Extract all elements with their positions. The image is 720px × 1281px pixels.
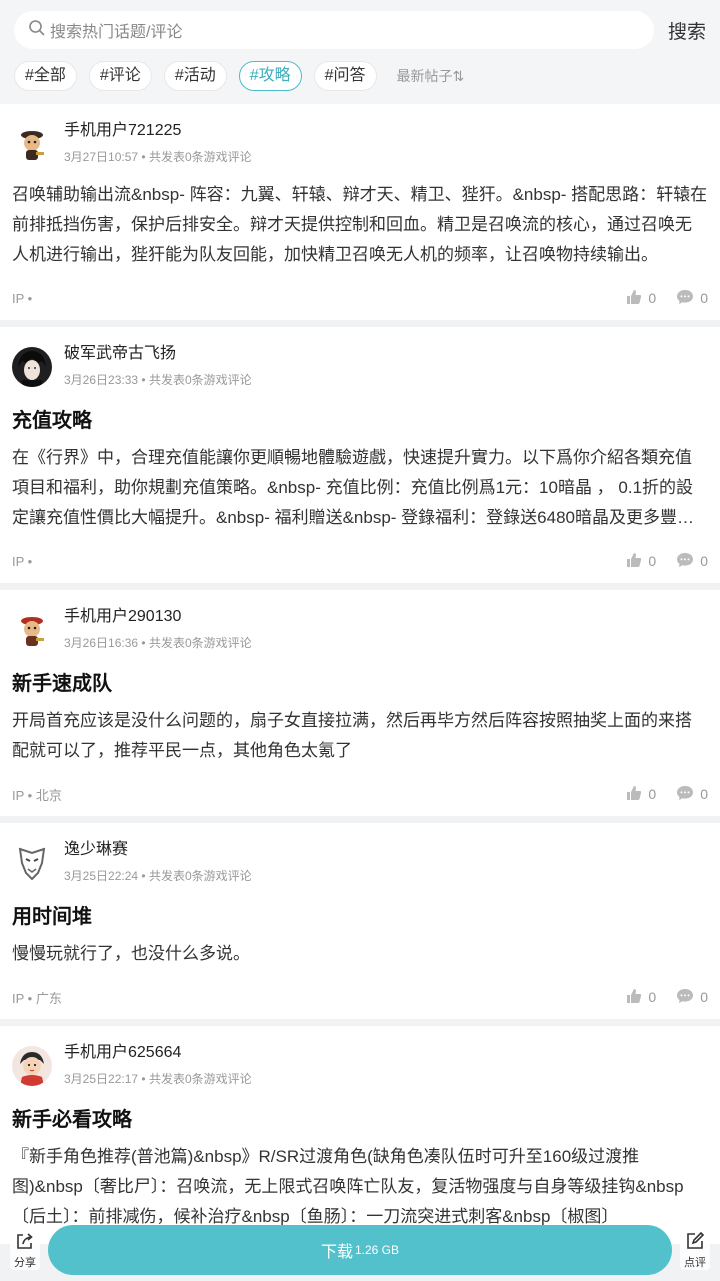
post-meta: 3月25日22:17 • 共发表0条游戏评论: [64, 1070, 252, 1087]
post-time: 3月26日16:36: [64, 636, 139, 650]
post-card[interactable]: 手机用户721225 3月27日10:57 • 共发表0条游戏评论 召唤辅助输出…: [0, 104, 720, 320]
author-name[interactable]: 逸少琳赛: [64, 839, 252, 861]
search-input[interactable]: 搜索热门话题/评论: [14, 11, 654, 49]
like-button[interactable]: 0: [626, 785, 656, 804]
post-content: 开局首充应该是没什么问题的，扇子女直接拉满，然后再毕方然后阵容按照抽奖上面的来搭…: [12, 711, 692, 760]
post-card[interactable]: 手机用户290130 3月26日16:36 • 共发表0条游戏评论 新手速成队 …: [0, 590, 720, 816]
search-button[interactable]: 搜索: [654, 17, 706, 44]
header: 搜索热门话题/评论 搜索 #全部 #评论 #活动 #攻略 #问答 最新帖子⇅: [0, 0, 720, 104]
share-button[interactable]: 分享: [10, 1230, 40, 1270]
post-card[interactable]: 手机用户625664 3月25日22:17 • 共发表0条游戏评论 新手必看攻略…: [0, 1026, 720, 1244]
comment-button[interactable]: 0: [676, 289, 708, 308]
post-content: 召唤辅助输出流&nbsp- 阵容：九翼、轩辕、辩才天、精卫、狴犴。&nbsp- …: [12, 185, 708, 264]
edit-icon: [685, 1231, 705, 1254]
comment-count: 0: [700, 553, 708, 569]
post-meta: 3月26日16:36 • 共发表0条游戏评论: [64, 634, 252, 651]
author-name[interactable]: 破军武帝古飞扬: [64, 343, 252, 365]
post-title[interactable]: 新手速成队: [12, 670, 708, 698]
post-author: 手机用户290130 3月26日16:36 • 共发表0条游戏评论: [12, 606, 708, 656]
thumbs-up-icon: [626, 988, 648, 1007]
download-size: 1.26 GB: [354, 1243, 400, 1257]
post-title[interactable]: 新手必看攻略: [12, 1106, 708, 1134]
anime-boy-avatar[interactable]: [12, 347, 52, 387]
ip-location: IP •: [12, 553, 33, 569]
tag-filter-row: #全部 #评论 #活动 #攻略 #问答 最新帖子⇅: [14, 60, 706, 92]
tag-events[interactable]: #活动: [163, 61, 227, 91]
comment-bubble-icon: [676, 552, 700, 571]
like-count: 0: [648, 553, 657, 569]
post-footer: IP • 广东 0 0: [12, 987, 708, 1007]
tag-guides[interactable]: #攻略: [238, 61, 302, 91]
post-author: 手机用户721225 3月27日10:57 • 共发表0条游戏评论: [12, 120, 708, 170]
post-content: 在《行界》中，合理充值能讓你更順暢地體驗遊戲，快速提升實力。以下爲你介紹各類充值…: [12, 448, 694, 527]
post-time: 3月25日22:17: [64, 1072, 139, 1086]
cartoon-boy-avatar[interactable]: [12, 1046, 52, 1086]
post-author: 手机用户625664 3月25日22:17 • 共发表0条游戏评论: [12, 1042, 708, 1092]
review-label: 点评: [684, 1256, 706, 1269]
search-icon: [28, 19, 50, 42]
review-count: • 共发表0条游戏评论: [141, 150, 252, 164]
comment-button[interactable]: 0: [676, 988, 708, 1007]
post-title[interactable]: 充值攻略: [12, 407, 708, 435]
post-content: 慢慢玩就行了，也没什么多说。: [12, 944, 250, 963]
post-time: 3月25日22:24: [64, 869, 139, 883]
post-footer: IP • 0 0: [12, 551, 708, 571]
bottom-action-bar: 分享 下载 1.26 GB 点评: [0, 1219, 720, 1281]
tag-qa[interactable]: #问答: [313, 61, 377, 91]
search-placeholder: 搜索热门话题/评论: [50, 24, 183, 41]
like-button[interactable]: 0: [626, 988, 656, 1007]
post-title[interactable]: 用时间堆: [12, 903, 708, 931]
post-footer: IP • 北京 0 0: [12, 784, 708, 804]
like-count: 0: [648, 290, 657, 306]
like-count: 0: [648, 786, 657, 802]
review-count: • 共发表0条游戏评论: [141, 636, 252, 650]
share-icon: [15, 1231, 35, 1254]
cartoon-monkey-avatar[interactable]: [12, 124, 52, 164]
review-count: • 共发表0条游戏评论: [141, 869, 252, 883]
like-count: 0: [648, 989, 657, 1005]
author-name[interactable]: 手机用户721225: [64, 120, 252, 142]
comment-count: 0: [700, 786, 708, 802]
post-card[interactable]: 破军武帝古飞扬 3月26日23:33 • 共发表0条游戏评论 充值攻略 在《行界…: [0, 327, 720, 583]
ip-location: IP •: [12, 290, 33, 306]
comment-count: 0: [700, 989, 708, 1005]
post-author: 破军武帝古飞扬 3月26日23:33 • 共发表0条游戏评论: [12, 343, 708, 393]
comment-button[interactable]: 0: [676, 552, 708, 571]
search-row: 搜索热门话题/评论 搜索: [14, 10, 706, 50]
comment-bubble-icon: [676, 289, 700, 308]
review-button[interactable]: 点评: [680, 1230, 710, 1270]
post-time: 3月26日23:33: [64, 373, 139, 387]
comment-bubble-icon: [676, 988, 700, 1007]
like-button[interactable]: 0: [626, 289, 656, 308]
review-count: • 共发表0条游戏评论: [141, 373, 252, 387]
post-author: 逸少琳赛 3月25日22:24 • 共发表0条游戏评论: [12, 839, 708, 889]
tribal-mask-avatar[interactable]: [12, 843, 52, 883]
post-footer: IP • 0 0: [12, 288, 708, 308]
thumbs-up-icon: [626, 289, 648, 308]
tag-all[interactable]: #全部: [14, 61, 77, 91]
comment-bubble-icon: [676, 785, 700, 804]
post-card[interactable]: 逸少琳赛 3月25日22:24 • 共发表0条游戏评论 用时间堆 慢慢玩就行了，…: [0, 823, 720, 1019]
thumbs-up-icon: [626, 552, 648, 571]
post-time: 3月27日10:57: [64, 150, 139, 164]
share-label: 分享: [14, 1256, 36, 1269]
tag-comments[interactable]: #评论: [88, 61, 152, 91]
comment-count: 0: [700, 290, 708, 306]
like-button[interactable]: 0: [626, 552, 656, 571]
author-name[interactable]: 手机用户290130: [64, 606, 252, 628]
review-count: • 共发表0条游戏评论: [141, 1072, 252, 1086]
comment-button[interactable]: 0: [676, 785, 708, 804]
post-meta: 3月25日22:24 • 共发表0条游戏评论: [64, 867, 252, 884]
download-label: 下载: [320, 1244, 353, 1261]
post-meta: 3月26日23:33 • 共发表0条游戏评论: [64, 371, 252, 388]
thumbs-up-icon: [626, 785, 648, 804]
post-meta: 3月27日10:57 • 共发表0条游戏评论: [64, 148, 252, 165]
cartoon-monkey-avatar[interactable]: [12, 610, 52, 650]
ip-location: IP • 北京: [12, 787, 62, 803]
author-name[interactable]: 手机用户625664: [64, 1042, 252, 1064]
sort-toggle[interactable]: 最新帖子⇅: [397, 66, 465, 86]
post-feed: 手机用户721225 3月27日10:57 • 共发表0条游戏评论 召唤辅助输出…: [0, 104, 720, 1244]
ip-location: IP • 广东: [12, 990, 62, 1006]
download-button[interactable]: 下载 1.26 GB: [48, 1225, 672, 1275]
